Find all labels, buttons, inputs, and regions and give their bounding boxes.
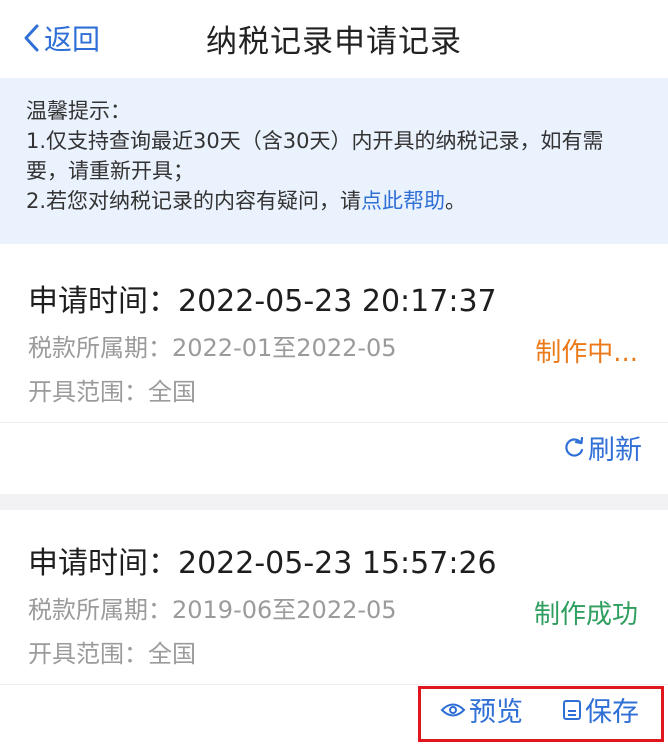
request-time: 申请时间：2022-05-23 15:57:26 (28, 546, 497, 581)
refresh-button[interactable]: 刷新 (563, 428, 642, 467)
issue-scope: 开具范围：全国 (28, 640, 196, 668)
page-title: 纳税记录申请记录 (206, 24, 462, 60)
notice-line-2-prefix: 2.若您对纳税记录的内容有疑问，请 (26, 189, 362, 213)
tax-period: 税款所属期：2022-01至2022-05 (28, 334, 397, 362)
notice-line-2: 2.若您对纳税记录的内容有疑问，请点此帮助。 (26, 186, 644, 216)
divider (0, 422, 668, 423)
status-badge: 制作中... (535, 338, 638, 368)
request-time: 申请时间：2022-05-23 20:17:37 (28, 284, 497, 319)
notice-panel: 温馨提示： 1.仅支持查询最近30天（含30天）内开具的纳税记录，如有需要，请重… (0, 78, 668, 244)
navigation-bar: 返回 纳税记录申请记录 (0, 0, 668, 78)
refresh-label: 刷新 (588, 435, 642, 466)
divider (0, 684, 668, 685)
status-badge: 制作成功 (533, 600, 638, 630)
tax-period: 税款所属期：2019-06至2022-05 (28, 596, 397, 624)
record-card: 申请时间：2022-05-23 20:17:37 税款所属期：2022-01至2… (0, 244, 668, 494)
refresh-icon (565, 436, 584, 457)
notice-line-1: 1.仅支持查询最近30天（含30天）内开具的纳税记录，如有需要，请重新开具； (26, 129, 604, 183)
help-link[interactable]: 点此帮助 (361, 189, 445, 213)
notice-heading: 温馨提示： (26, 99, 131, 123)
issue-scope: 开具范围：全国 (28, 378, 196, 406)
highlight-box (418, 686, 664, 742)
notice-line-2-suffix: 。 (445, 189, 467, 213)
